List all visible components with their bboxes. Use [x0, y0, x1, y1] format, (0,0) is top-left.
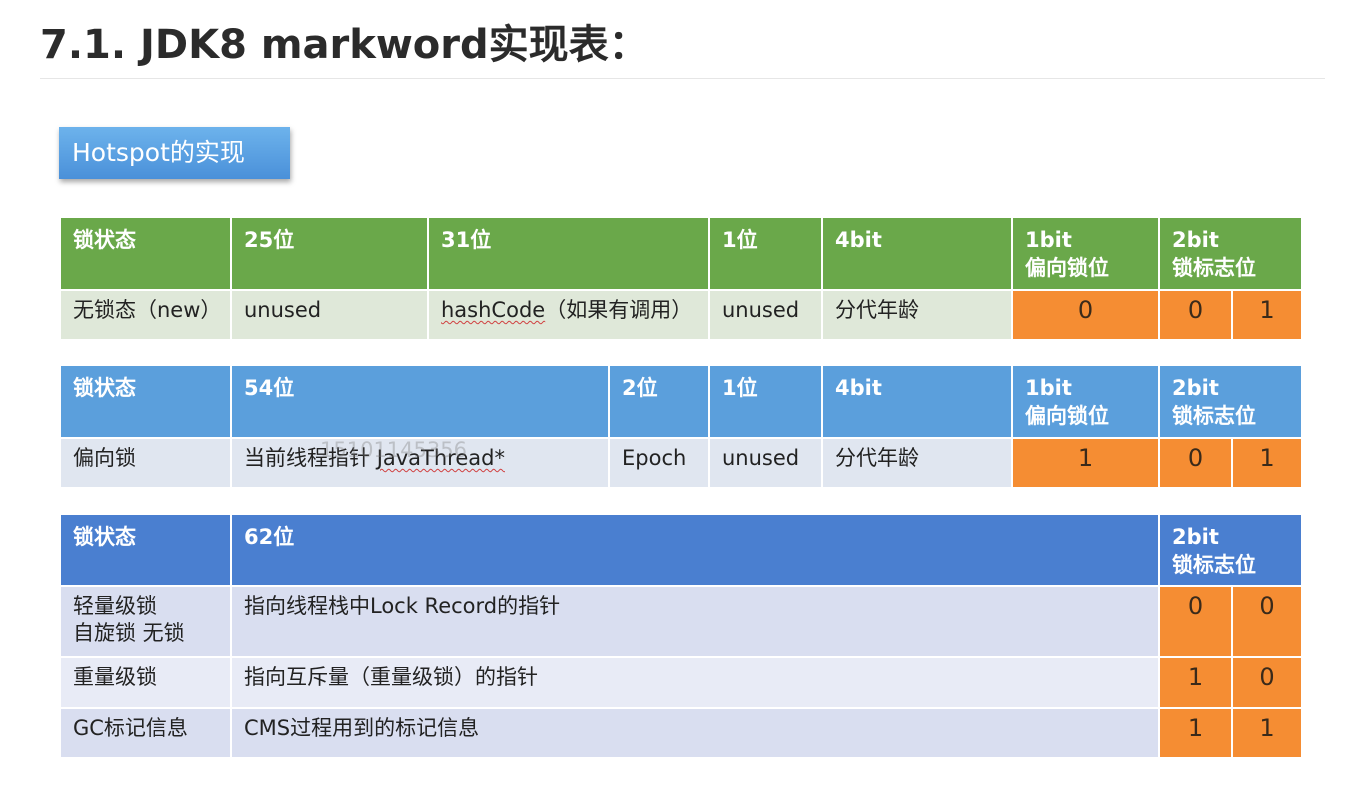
table-row: 偏向锁 当前线程指针 JavaThread* Epoch unused 分代年龄…: [59, 437, 1303, 489]
cell-lock-bit-2: 1: [1231, 437, 1303, 489]
cell-epoch: Epoch: [608, 437, 710, 489]
header-biased-bit-label: 偏向锁位: [1025, 404, 1109, 428]
header-biased-bit: 1bit 偏向锁位: [1011, 216, 1160, 291]
table-row: 重量级锁 指向互斥量（重量级锁）的指针 1 0: [59, 656, 1303, 709]
page-title: 7.1. JDK8 markword实现表：: [40, 22, 649, 68]
state-line-2: 自旋锁 无锁: [73, 621, 185, 645]
cell-description: 指向线程栈中Lock Record的指针: [230, 585, 1160, 658]
cell-unused-25: unused: [230, 289, 429, 341]
cell-unused-1: unused: [708, 289, 823, 341]
cell-hashcode: hashCode（如果有调用）: [427, 289, 710, 341]
header-biased-bit: 1bit 偏向锁位: [1011, 364, 1160, 439]
cell-lock-state: 无锁态（new）: [59, 289, 232, 341]
cell-lock-bit-1: 0: [1158, 289, 1233, 341]
javathread-text: JavaThread*: [376, 446, 505, 470]
header-lock-state: 锁状态: [59, 513, 232, 587]
header-25bit: 25位: [230, 216, 429, 291]
cell-description: CMS过程用到的标记信息: [230, 707, 1160, 759]
header-lock-flag-size: 2bit: [1172, 228, 1219, 252]
cell-lock-state: 偏向锁: [59, 437, 232, 489]
header-4bit: 4bit: [821, 364, 1013, 439]
hotspot-badge: Hotspot的实现: [59, 127, 290, 179]
title-divider: [40, 78, 1325, 79]
header-1bit-unused: 1位: [708, 216, 823, 291]
header-54bit: 54位: [230, 364, 610, 439]
header-31bit: 31位: [427, 216, 710, 291]
header-biased-bit-size: 1bit: [1025, 228, 1072, 252]
cell-lock-state: 重量级锁: [59, 656, 232, 709]
header-lock-state: 锁状态: [59, 364, 232, 439]
cell-gc-age: 分代年龄: [821, 289, 1013, 341]
header-biased-bit-size: 1bit: [1025, 376, 1072, 400]
cell-lock-state: GC标记信息: [59, 707, 232, 759]
cell-biased-bit: 0: [1011, 289, 1160, 341]
cell-lock-bit-2: 0: [1231, 656, 1303, 709]
cell-lock-bit-1: 1: [1158, 656, 1233, 709]
table-header-row: 锁状态 54位 2位 1位 4bit 1bit 偏向锁位 2bit 锁标志位: [59, 364, 1303, 439]
cell-lock-bit-2: 0: [1231, 585, 1303, 658]
cell-biased-bit: 1: [1011, 437, 1160, 489]
thread-pointer-text: 当前线程指针: [244, 446, 377, 470]
header-lock-flag: 2bit 锁标志位: [1158, 513, 1303, 587]
markword-table-biased: 锁状态 54位 2位 1位 4bit 1bit 偏向锁位 2bit 锁标志位 偏…: [59, 364, 1303, 489]
header-biased-bit-label: 偏向锁位: [1025, 256, 1109, 280]
cell-description: 指向互斥量（重量级锁）的指针: [230, 656, 1160, 709]
header-lock-flag: 2bit 锁标志位: [1158, 216, 1303, 291]
header-2bit-epoch: 2位: [608, 364, 710, 439]
table-header-row: 锁状态 62位 2bit 锁标志位: [59, 513, 1303, 587]
header-lock-flag-label: 锁标志位: [1172, 256, 1256, 280]
cell-gc-age: 分代年龄: [821, 437, 1013, 489]
cell-unused-1: unused: [708, 437, 823, 489]
hashcode-note: （如果有调用）: [545, 298, 693, 322]
cell-thread-pointer: 当前线程指针 JavaThread*: [230, 437, 610, 489]
cell-lock-state: 轻量级锁 自旋锁 无锁: [59, 585, 232, 658]
cell-lock-bit-1: 0: [1158, 585, 1233, 658]
header-lock-flag-size: 2bit: [1172, 525, 1219, 549]
header-62bit: 62位: [230, 513, 1160, 587]
cell-lock-bit-1: 1: [1158, 707, 1233, 759]
table-row: 无锁态（new） unused hashCode（如果有调用） unused 分…: [59, 289, 1303, 341]
table-row: GC标记信息 CMS过程用到的标记信息 1 1: [59, 707, 1303, 759]
cell-lock-bit-2: 1: [1231, 289, 1303, 341]
cell-lock-bit-2: 1: [1231, 707, 1303, 759]
state-line-1: 轻量级锁: [73, 594, 157, 618]
hashcode-text: hashCode: [441, 298, 546, 322]
header-1bit-unused: 1位: [708, 364, 823, 439]
markword-table-unlocked: 锁状态 25位 31位 1位 4bit 1bit 偏向锁位 2bit 锁标志位 …: [59, 216, 1303, 341]
table-header-row: 锁状态 25位 31位 1位 4bit 1bit 偏向锁位 2bit 锁标志位: [59, 216, 1303, 291]
header-lock-flag-label: 锁标志位: [1172, 404, 1256, 428]
markword-table-locks: 锁状态 62位 2bit 锁标志位 轻量级锁 自旋锁 无锁 指向线程栈中Lock…: [59, 513, 1303, 759]
header-lock-flag-size: 2bit: [1172, 376, 1219, 400]
table-row: 轻量级锁 自旋锁 无锁 指向线程栈中Lock Record的指针 0 0: [59, 585, 1303, 658]
header-4bit: 4bit: [821, 216, 1013, 291]
header-lock-flag-label: 锁标志位: [1172, 553, 1256, 577]
cell-lock-bit-1: 0: [1158, 437, 1233, 489]
header-lock-state: 锁状态: [59, 216, 232, 291]
header-lock-flag: 2bit 锁标志位: [1158, 364, 1303, 439]
